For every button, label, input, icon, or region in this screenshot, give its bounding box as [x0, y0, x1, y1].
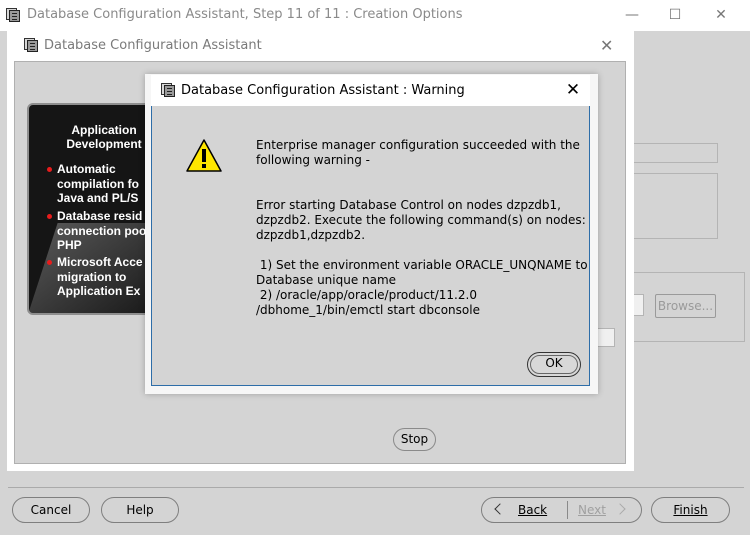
message-line: Database unique name — [256, 273, 397, 287]
maximize-icon[interactable]: ☐ — [652, 0, 698, 31]
warning-icon — [186, 139, 222, 172]
bullet-icon — [47, 260, 52, 265]
marketing-panel: Application Development Automatic compil… — [27, 103, 157, 315]
message-line: following warning - — [256, 153, 370, 167]
minimize-icon[interactable]: — — [609, 0, 655, 31]
back-button[interactable]: Back — [482, 498, 567, 522]
marketing-item: Automatic compilation fo Java and PL/S — [47, 162, 155, 206]
navigation-group: Back Next — [481, 497, 642, 523]
dbca-app-icon — [6, 8, 20, 22]
main-window-title: Database Configuration Assistant, Step 1… — [27, 7, 463, 22]
footer-separator — [8, 487, 744, 488]
message-line: dzpzdb2. Execute the following command(s… — [256, 213, 586, 227]
chevron-left-icon — [494, 503, 506, 515]
dialog-close-icon[interactable]: ✕ — [556, 75, 590, 106]
next-button[interactable]: Next — [568, 498, 642, 522]
message-line: Enterprise manager configuration succeed… — [256, 138, 580, 152]
chevron-right-icon — [614, 503, 626, 515]
ok-button[interactable]: OK — [527, 352, 581, 377]
help-button[interactable]: Help — [101, 497, 179, 523]
warning-dialog-title: Database Configuration Assistant : Warni… — [181, 83, 465, 98]
bullet-icon — [47, 167, 52, 172]
inner-app-icon — [24, 38, 38, 52]
inner-field-ghost — [597, 328, 615, 347]
bullet-icon — [47, 214, 52, 219]
close-icon[interactable]: ✕ — [698, 0, 744, 31]
message-line: 2) /oracle/app/oracle/product/11.2.0 — [256, 288, 477, 302]
dialog-app-icon — [161, 83, 175, 97]
message-line: dzpzdb1,dzpzdb2. — [256, 228, 366, 242]
main-window-titlebar[interactable]: Database Configuration Assistant, Step 1… — [0, 0, 750, 31]
warning-dialog-titlebar[interactable]: Database Configuration Assistant : Warni… — [151, 75, 590, 106]
marketing-item: Microsoft Acce migration to Application … — [47, 255, 155, 299]
marketing-heading: Application Development — [66, 123, 142, 151]
message-line: Error starting Database Control on nodes… — [256, 198, 561, 212]
stop-button[interactable]: Stop — [393, 428, 436, 451]
inner-close-icon[interactable]: ✕ — [600, 36, 613, 55]
cancel-button[interactable]: Cancel — [12, 497, 90, 523]
marketing-item: Database resid connection poo PHP — [47, 209, 155, 253]
warning-dialog-body: Enterprise manager configuration succeed… — [151, 106, 590, 386]
message-line: 1) Set the environment variable ORACLE_U… — [256, 258, 588, 272]
inner-window-title: Database Configuration Assistant — [44, 38, 262, 53]
finish-button[interactable]: Finish — [651, 497, 730, 523]
browse-button[interactable]: Browse... — [655, 294, 716, 318]
message-line: /dbhome_1/bin/emctl start dbconsole — [256, 303, 480, 317]
